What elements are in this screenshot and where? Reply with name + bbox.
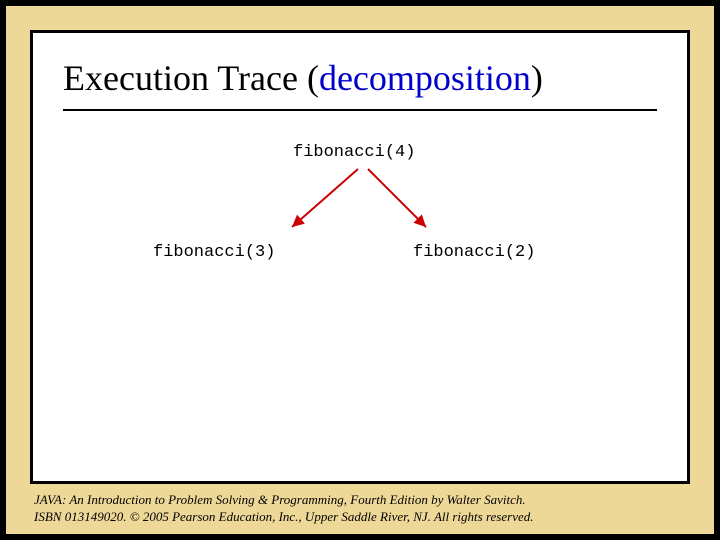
title-suffix: )	[531, 58, 543, 98]
decomposition-arrows-icon	[278, 165, 438, 235]
slide-content-panel: Execution Trace (decomposition) fibonacc…	[30, 30, 690, 484]
title-keyword: decomposition	[319, 58, 531, 98]
title-underline	[63, 109, 657, 111]
title-prefix: Execution Trace (	[63, 58, 319, 98]
tree-node-right: fibonacci(2)	[413, 243, 535, 262]
slide-footer: JAVA: An Introduction to Problem Solving…	[34, 491, 686, 526]
tree-node-root: fibonacci(4)	[293, 143, 415, 162]
footer-line-1: JAVA: An Introduction to Problem Solving…	[34, 491, 686, 509]
footer-line-2: ISBN 013149020. © 2005 Pearson Education…	[34, 508, 686, 526]
slide-background: Execution Trace (decomposition) fibonacc…	[6, 6, 714, 534]
slide-title: Execution Trace (decomposition)	[63, 59, 657, 99]
tree-node-left: fibonacci(3)	[153, 243, 275, 262]
